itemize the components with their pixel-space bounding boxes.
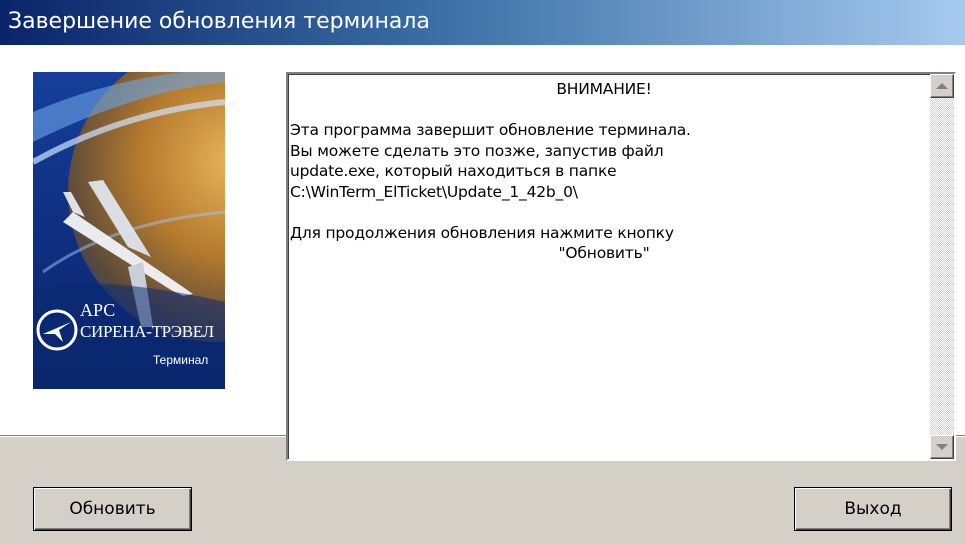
- logo-text-line1: АРС: [80, 300, 116, 320]
- message-line: Для продолжения обновления нажмите кнопк…: [290, 223, 674, 242]
- message-line: Вы можете сделать это позже, запустив фа…: [290, 141, 664, 160]
- message-line: [290, 100, 918, 121]
- message-line: "Обновить": [558, 244, 650, 262]
- message-line: update.exe, который находиться в папке: [290, 162, 617, 180]
- vertical-scrollbar[interactable]: [930, 74, 954, 459]
- message-textbox[interactable]: ВНИМАНИЕ! Эта программа завершит обновле…: [286, 72, 956, 461]
- arrow-down-icon: [936, 444, 948, 450]
- update-button[interactable]: Обновить: [33, 487, 192, 531]
- arrow-up-icon: [936, 83, 948, 89]
- message-heading: ВНИМАНИЕ!: [556, 80, 652, 98]
- title-bar[interactable]: Завершение обновления терминала: [0, 0, 965, 45]
- scroll-up-button[interactable]: [930, 74, 954, 98]
- logo-text-line2: СИРЕНА-ТРЭВЕЛ: [80, 322, 214, 341]
- window-title: Завершение обновления терминала: [8, 9, 430, 34]
- logo-text-line3: Терминал: [153, 353, 209, 367]
- exit-button[interactable]: Выход: [794, 487, 952, 531]
- logo-image: АРС СИРЕНА-ТРЭВЕЛ Терминал: [33, 72, 225, 389]
- message-line: C:\WinTerm_ElTicket\Update_1_42b_0\: [290, 182, 578, 201]
- message-text: ВНИМАНИЕ! Эта программа завершит обновле…: [290, 79, 918, 264]
- scroll-down-button[interactable]: [930, 435, 954, 459]
- message-line: Эта программа завершит обновление термин…: [290, 121, 691, 139]
- message-line: [290, 202, 918, 223]
